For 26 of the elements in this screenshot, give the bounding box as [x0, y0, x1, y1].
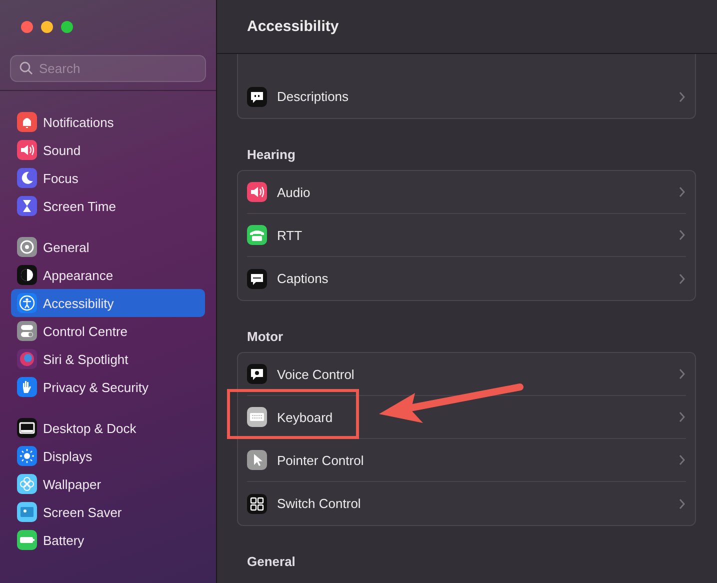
settings-row[interactable]: RTT — [247, 214, 686, 257]
sidebar-item[interactable]: Accessibility — [11, 289, 205, 317]
sidebar-item[interactable]: Wallpaper — [11, 470, 205, 498]
settings-row[interactable]: Audio — [247, 171, 686, 214]
section-heading: Motor — [246, 328, 284, 346]
sidebar-item[interactable]: Notifications — [11, 108, 205, 136]
sidebar-item[interactable]: Battery — [11, 526, 205, 554]
sidebar-item[interactable]: General — [11, 233, 205, 261]
settings-row[interactable]: Captions — [247, 257, 686, 300]
sidebar-item[interactable]: Sound — [11, 136, 205, 164]
settings-row[interactable]: Switch Control — [247, 482, 686, 525]
sidebar-item[interactable]: Screen Time — [11, 192, 205, 220]
settings-row[interactable]: Pointer Control — [247, 439, 686, 482]
sidebar-item[interactable]: Control Centre — [11, 317, 205, 345]
settings-row[interactable]: Voice Control — [247, 353, 686, 396]
sidebar-item[interactable]: Focus — [11, 164, 205, 192]
sidebar-item[interactable]: Desktop & Dock — [11, 414, 205, 442]
settings-row[interactable]: Descriptions — [247, 75, 686, 118]
sidebar-item[interactable]: Appearance — [11, 261, 205, 289]
sidebar-item[interactable]: Screen Saver — [11, 498, 205, 526]
section-heading: Hearing — [246, 146, 296, 164]
sidebar-item[interactable]: Displays — [11, 442, 205, 470]
sidebar-item[interactable]: Siri & Spotlight — [11, 345, 205, 373]
window-title: Accessibility — [247, 18, 339, 35]
sidebar-item[interactable]: Privacy & Security — [11, 373, 205, 401]
section-heading: General — [246, 553, 296, 571]
